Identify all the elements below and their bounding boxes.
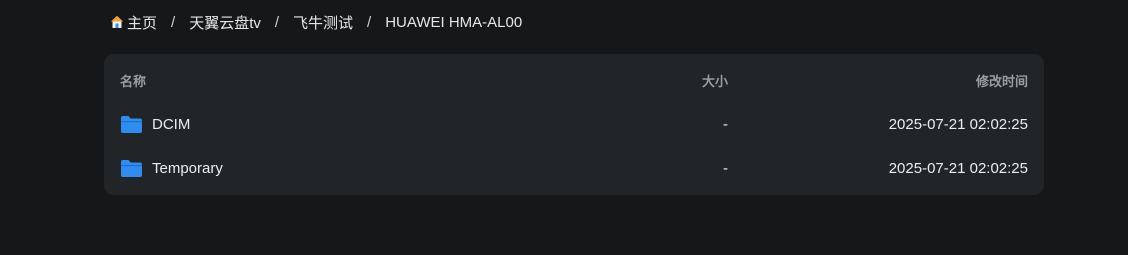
file-size: - — [723, 115, 728, 133]
breadcrumb-label: HUAWEI HMA-AL00 — [385, 13, 523, 31]
file-name: Temporary — [152, 159, 223, 177]
table-row[interactable]: Temporary - 2025-07-21 02:02:25 — [104, 146, 1044, 190]
table-row[interactable]: DCIM - 2025-07-21 02:02:25 — [104, 102, 1044, 146]
column-header-size[interactable]: 大小 — [702, 71, 728, 90]
file-list-panel: 名称 大小 修改时间 DCIM - 2025-07-21 02:02:25 Te… — [104, 54, 1044, 195]
breadcrumb-separator: / — [367, 13, 372, 31]
home-icon — [111, 16, 123, 28]
breadcrumb-label: 主页 — [127, 14, 158, 32]
breadcrumb-label: 天翼云盘tv — [189, 14, 261, 32]
column-header-name[interactable]: 名称 — [120, 71, 146, 90]
column-header-modified[interactable]: 修改时间 — [976, 71, 1028, 90]
file-name-cell[interactable]: DCIM — [120, 115, 190, 134]
breadcrumb-separator: / — [274, 13, 280, 31]
breadcrumb-item-current: HUAWEI HMA-AL00 — [385, 14, 522, 31]
folder-icon — [121, 159, 142, 177]
breadcrumb: 主页 / 天翼云盘tv / 飞牛测试 / HUAWEI HMA-AL00 — [110, 10, 522, 34]
breadcrumb-item-cloud-drive[interactable]: 天翼云盘tv — [189, 12, 261, 33]
file-size: - — [723, 159, 728, 177]
breadcrumb-home[interactable]: 主页 — [110, 12, 157, 33]
file-modified-time: 2025-07-21 02:02:25 — [888, 159, 1028, 177]
breadcrumb-item-test-folder[interactable]: 飞牛测试 — [293, 12, 353, 33]
file-name: DCIM — [152, 115, 191, 133]
breadcrumb-label: 飞牛测试 — [293, 14, 354, 32]
table-header: 名称 大小 修改时间 — [104, 58, 1044, 102]
file-modified-time: 2025-07-21 02:02:25 — [888, 115, 1028, 133]
file-name-cell[interactable]: Temporary — [120, 159, 223, 178]
breadcrumb-separator: / — [171, 13, 176, 31]
folder-icon — [121, 115, 142, 133]
